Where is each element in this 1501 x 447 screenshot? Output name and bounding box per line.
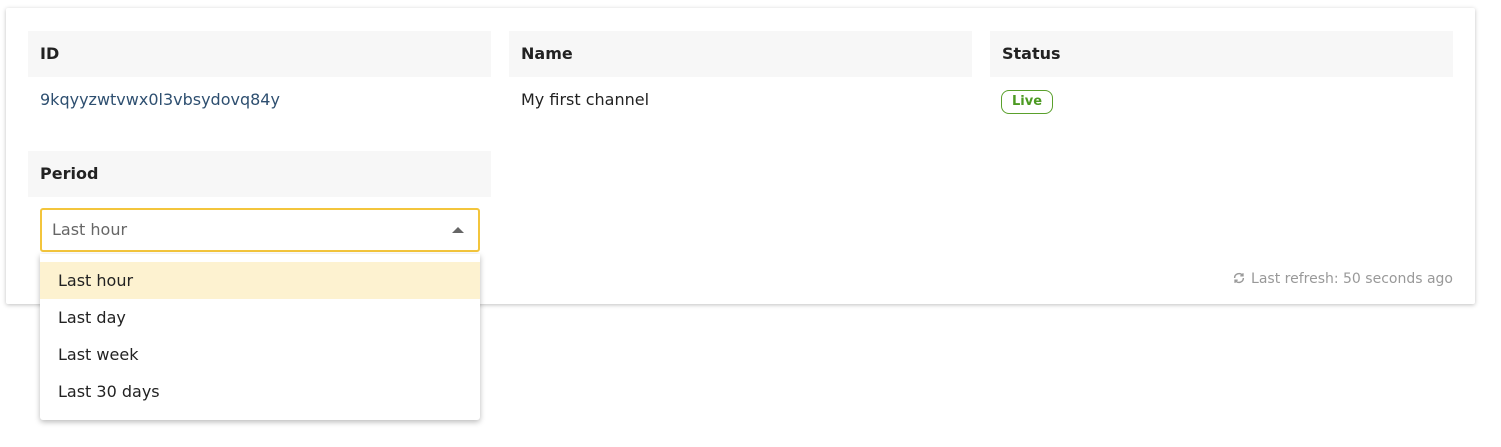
period-option-last-30-days[interactable]: Last 30 days: [40, 373, 480, 410]
period-label: Period: [28, 151, 491, 197]
period-option-last-day[interactable]: Last day: [40, 299, 480, 336]
status-column-header: Status: [990, 31, 1453, 77]
period-select-value: Last hour: [52, 220, 128, 239]
last-refresh: Last refresh: 50 seconds ago: [1232, 270, 1453, 288]
refresh-icon: [1233, 272, 1245, 284]
channel-id-value: 9kqyyzwtvwx0l3vbsydovq84y: [40, 90, 280, 109]
period-option-last-hour[interactable]: Last hour: [40, 262, 480, 299]
last-refresh-text: Last refresh: 50 seconds ago: [1251, 271, 1453, 287]
name-column-header: Name: [509, 31, 972, 77]
period-option-last-week[interactable]: Last week: [40, 336, 480, 373]
caret-up-icon: [452, 227, 464, 233]
channel-name-value: My first channel: [521, 90, 650, 109]
status-badge: Live: [1001, 90, 1054, 114]
id-column-header: ID: [28, 31, 491, 77]
period-select[interactable]: Last hour: [40, 208, 480, 252]
period-dropdown-menu: Last hour Last day Last week Last 30 day…: [40, 254, 480, 420]
